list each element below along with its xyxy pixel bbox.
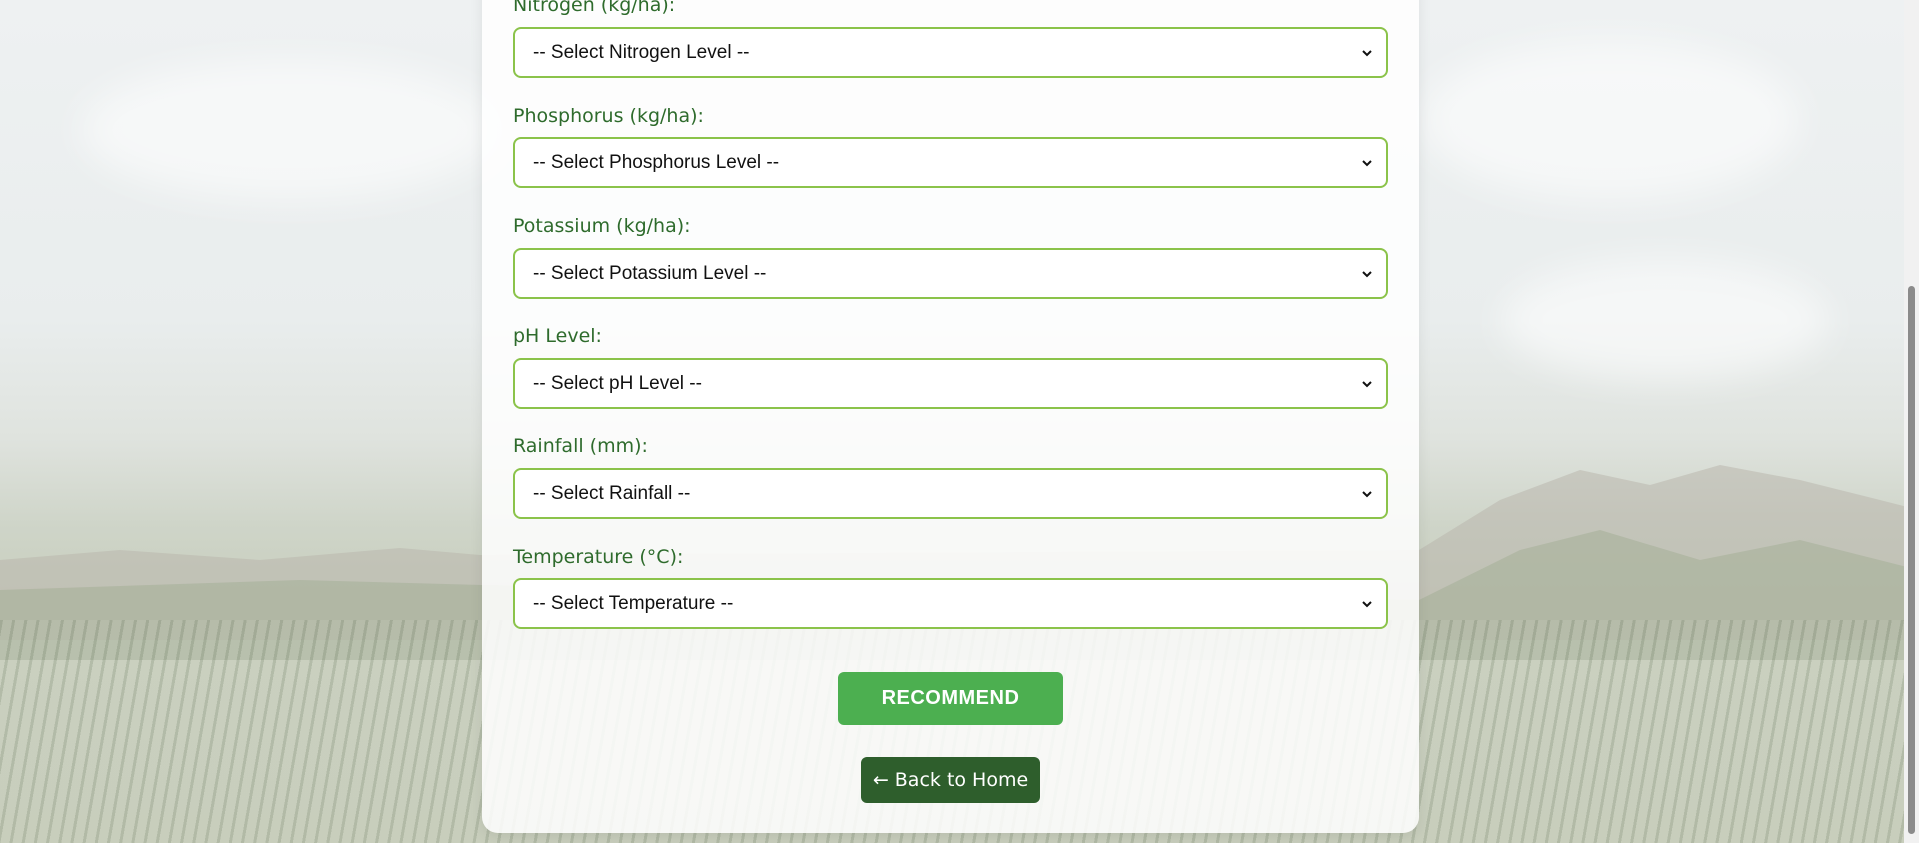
ph-label: pH Level: <box>513 325 602 347</box>
chevron-down-icon <box>1362 159 1372 166</box>
potassium-label: Potassium (kg/ha): <box>513 215 691 237</box>
temperature-select[interactable]: -- Select Temperature -- <box>513 578 1388 629</box>
nitrogen-select[interactable]: -- Select Nitrogen Level -- <box>513 27 1388 78</box>
chevron-down-icon <box>1362 270 1372 277</box>
rainfall-label: Rainfall (mm): <box>513 435 648 457</box>
phosphorus-label: Phosphorus (kg/ha): <box>513 105 704 127</box>
chevron-down-icon <box>1362 490 1372 497</box>
scrollbar-thumb[interactable] <box>1908 286 1915 834</box>
potassium-select[interactable]: -- Select Potassium Level -- <box>513 248 1388 299</box>
page-scrollbar[interactable] <box>1904 0 1919 843</box>
temperature-label: Temperature (°C): <box>513 546 684 568</box>
ph-select[interactable]: -- Select pH Level -- <box>513 358 1388 409</box>
ph-select-value: -- Select pH Level -- <box>533 372 702 394</box>
chevron-down-icon <box>1362 600 1372 607</box>
rainfall-select-value: -- Select Rainfall -- <box>533 482 691 504</box>
recommend-button[interactable]: RECOMMEND <box>838 672 1063 725</box>
phosphorus-select[interactable]: -- Select Phosphorus Level -- <box>513 137 1388 188</box>
back-to-home-button[interactable]: ← Back to Home <box>861 757 1040 803</box>
temperature-select-value: -- Select Temperature -- <box>533 592 734 614</box>
chevron-down-icon <box>1362 380 1372 387</box>
nitrogen-label: Nitrogen (kg/ha): <box>513 0 676 16</box>
phosphorus-select-value: -- Select Phosphorus Level -- <box>533 151 780 173</box>
chevron-down-icon <box>1362 49 1372 56</box>
nitrogen-select-value: -- Select Nitrogen Level -- <box>533 41 750 63</box>
rainfall-select[interactable]: -- Select Rainfall -- <box>513 468 1388 519</box>
potassium-select-value: -- Select Potassium Level -- <box>533 262 767 284</box>
